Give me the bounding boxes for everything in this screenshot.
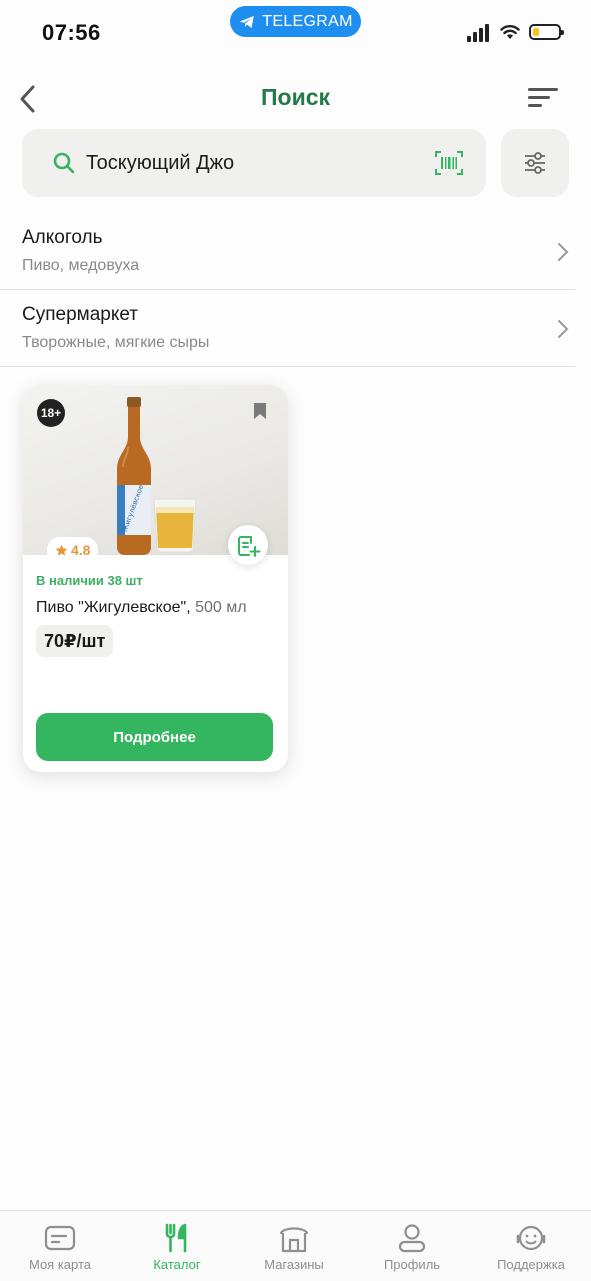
product-volume: 500 мл [195, 599, 247, 616]
category-title: Алкоголь [22, 227, 103, 248]
status-time: 07:56 [42, 20, 101, 45]
search-icon [53, 152, 75, 174]
chevron-right-icon [558, 320, 569, 338]
chevron-right-icon [558, 243, 569, 261]
divider [0, 366, 575, 367]
details-button[interactable]: Подробнее [36, 713, 273, 761]
product-title: Пиво "Жигулевское", [36, 599, 191, 616]
age-restriction-badge: 18+ [37, 399, 65, 427]
nav-label: Каталог [153, 1257, 201, 1272]
product-card[interactable]: Жигулёвское 18+ 4.8 В наличии 38 шт Пиво… [23, 385, 288, 772]
category-item-supermarket[interactable]: Супермаркет Творожные, мягкие сыры [0, 290, 591, 367]
rating-badge: 4.8 [47, 537, 99, 563]
telegram-return-pill[interactable]: TELEGRAM [230, 6, 361, 37]
stock-status: В наличии 38 шт [36, 573, 143, 588]
search-input[interactable] [86, 145, 416, 181]
page-title: Поиск [260, 84, 331, 110]
telegram-icon [239, 15, 255, 28]
rating-value: 4.8 [71, 542, 91, 558]
person-icon [398, 1224, 426, 1253]
nav-item-stores[interactable]: Магазины [239, 1211, 349, 1281]
nav-item-profile[interactable]: Профиль [357, 1211, 467, 1281]
add-to-list-icon [238, 536, 261, 557]
category-subtitle: Пиво, медовуха [22, 257, 140, 274]
sort-icon[interactable] [526, 84, 560, 112]
product-name[interactable]: Пиво "Жигулевское", 500 мл [36, 599, 281, 617]
filter-sliders-icon [525, 152, 545, 174]
category-title: Супермаркет [22, 304, 139, 325]
nav-item-catalog[interactable]: Каталог [122, 1211, 232, 1281]
card-icon [44, 1225, 76, 1251]
star-icon [55, 544, 68, 556]
product-price: 70₽/шт [36, 625, 114, 657]
bookmark-icon[interactable] [253, 402, 267, 420]
cellular-signal-icon [467, 24, 489, 42]
support-icon [516, 1225, 546, 1251]
nav-label: Магазины [264, 1257, 324, 1272]
product-image[interactable]: Жигулёвское 18+ 4.8 [23, 385, 288, 565]
bottom-navigation: Моя карта Каталог Магазины Профиль Подде… [0, 1210, 591, 1281]
filter-button[interactable] [501, 129, 569, 197]
telegram-pill-label: TELEGRAM [262, 12, 353, 30]
category-item-alcohol[interactable]: Алкоголь Пиво, медовуха [0, 213, 591, 290]
nav-label: Профиль [383, 1257, 441, 1272]
header: Поиск [0, 70, 591, 126]
store-icon [279, 1227, 309, 1253]
search-box[interactable] [22, 129, 486, 197]
beer-glass-image [153, 498, 197, 553]
battery-icon [529, 24, 564, 40]
nav-label: Поддержка [497, 1257, 565, 1272]
nav-item-support[interactable]: Поддержка [476, 1211, 586, 1281]
category-subtitle: Творожные, мягкие сыры [22, 334, 210, 351]
wifi-icon [500, 25, 520, 39]
status-bar: 07:56 TELEGRAM [0, 0, 591, 64]
cutlery-icon [165, 1223, 187, 1253]
barcode-scan-icon[interactable] [434, 150, 464, 176]
add-to-list-button[interactable] [228, 525, 268, 565]
nav-item-my-card[interactable]: Моя карта [5, 1211, 115, 1281]
nav-label: Моя карта [28, 1257, 92, 1272]
